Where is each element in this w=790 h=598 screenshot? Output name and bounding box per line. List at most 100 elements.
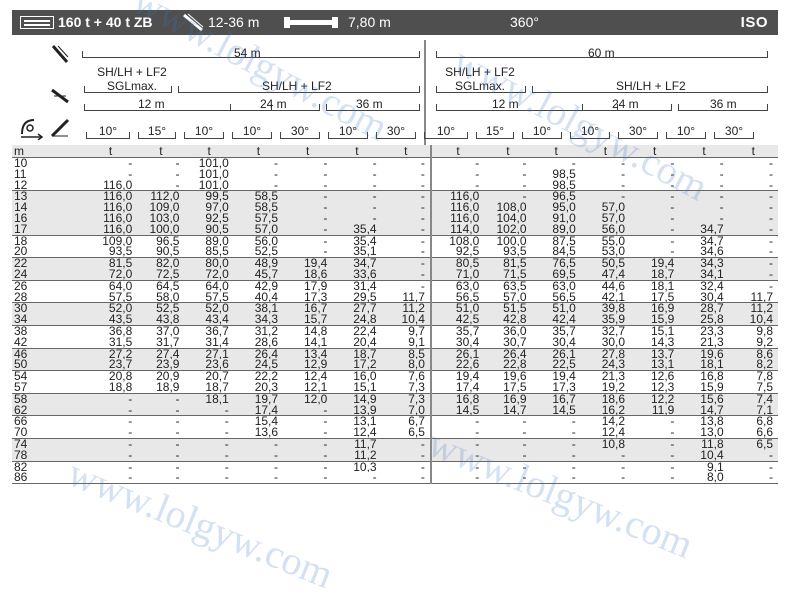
load-cell: 34,3 [233, 314, 284, 326]
load-cell: - [233, 449, 284, 462]
table-row: 10- -101,0- - - - - - - - - - - [12, 156, 778, 169]
load-cell: 20,9 [137, 370, 185, 382]
load-cell: 7,6 [381, 370, 431, 382]
load-cell: 35,4 [332, 234, 382, 247]
load-cell: - [580, 190, 631, 203]
load-cell: - [137, 460, 185, 473]
load-cell: - [283, 212, 333, 224]
load-cell: 18,7 [205, 381, 229, 394]
load-cell: - [679, 212, 729, 224]
radius-cell: 74 [12, 437, 84, 450]
load-cell: - [283, 449, 333, 462]
load-unit: t [679, 145, 729, 158]
load-unit: t [381, 145, 431, 158]
load-cell: - [728, 156, 778, 169]
load-cell: 7,3 [381, 392, 431, 405]
load-cell: - [580, 156, 631, 169]
load-cell: 85,5 [205, 246, 229, 258]
load-cell: 27,4 [137, 347, 185, 360]
table-row: 86- - - - - - - - - - - -8,0- [12, 472, 778, 485]
load-cell: 15,9 [700, 381, 724, 394]
load-cell: 12,2 [630, 392, 680, 405]
load-cell: 34,3 [679, 257, 729, 269]
radius-cell: 57 [14, 381, 28, 394]
load-cell: - [175, 179, 180, 191]
load-cell: - [381, 437, 431, 450]
load-cell: 42,9 [233, 279, 284, 292]
load-cell: 89,0 [531, 223, 581, 236]
load-cell: 10,4 [381, 314, 431, 326]
load-cell: 12,6 [630, 370, 680, 382]
load-cell: 26,4 [233, 347, 284, 360]
load-cell: 100,0 [484, 234, 532, 247]
load-cell: - [571, 427, 576, 439]
load-cell: 17,2 [332, 359, 382, 371]
load-unit: t [630, 145, 680, 158]
table-row: 42 31,5 31,7 31,4 28,6 14,1 20,4 9,1 30,4 30,7 30,… [12, 336, 778, 349]
load-cell: 17,5 [503, 381, 527, 394]
load-cell: - [420, 179, 425, 191]
load-cell: 101,0 [184, 156, 234, 169]
load-cell: - [630, 234, 680, 247]
load-cell: 18,9 [156, 381, 180, 394]
load-cell: 6,5 [728, 437, 778, 450]
load-cell: - [381, 279, 431, 292]
load-cell: - [323, 168, 328, 180]
load-cell: - [137, 392, 185, 405]
load-cell: 31,5 [108, 336, 133, 349]
table-row: 20 93,5 90,5 85,5 52,5-35,1-92,5 93,5 84,5 53,0… [12, 246, 778, 258]
load-cell: 47,4 [580, 268, 631, 281]
load-cell: 35,7 [531, 324, 581, 337]
load-cell: - [630, 449, 680, 462]
load-cell: 19,4 [283, 257, 333, 269]
load-cell: 52,5 [137, 302, 185, 315]
load-cell: - [283, 460, 333, 473]
load-cell: - [175, 427, 180, 439]
radius-cell: 34 [12, 314, 84, 326]
load-cell: 64,5 [137, 279, 185, 292]
load-cell: - [429, 179, 485, 191]
load-cell: 18,1 [630, 279, 680, 292]
radius-cell: 14 [12, 202, 84, 213]
load-cell: - [283, 415, 333, 428]
load-cell: 63,0 [429, 279, 485, 292]
load-cell: 116,0 [429, 202, 485, 213]
load-cell: 7,3 [408, 381, 425, 394]
angle-bracket [618, 132, 658, 139]
load-cell: 98,5 [552, 168, 576, 180]
radius-cell: 82 [12, 460, 84, 473]
jib-config-bracket [532, 86, 768, 93]
load-cell: - [728, 234, 778, 247]
load-cell: 22,6 [429, 359, 485, 371]
load-cell: 71,5 [484, 268, 532, 281]
load-cell: - [332, 156, 382, 169]
load-unit: t [233, 145, 284, 158]
load-cell: - [283, 234, 333, 247]
load-cell: 11,7 [332, 437, 382, 450]
sgl-max-label: SGLmax. [106, 79, 157, 93]
load-cell: 56,5 [429, 291, 485, 303]
load-cell: - [621, 168, 626, 180]
load-cell: 39,8 [580, 302, 631, 315]
load-cell: 31,2 [233, 324, 284, 337]
load-cell: - [429, 427, 485, 439]
load-cell: - [184, 415, 234, 428]
load-cell: - [531, 472, 581, 485]
load-cell: 17,4 [233, 404, 284, 416]
load-cell: 100,0 [137, 223, 185, 236]
load-cell: 26,1 [429, 347, 485, 360]
load-cell: 108,0 [484, 202, 532, 213]
load-cell: 19,4 [630, 257, 680, 269]
angle-label: 30° [628, 124, 648, 138]
load-cell: 36,0 [484, 324, 532, 337]
load-cell: - [184, 460, 234, 473]
load-cell: 81,5 [83, 257, 138, 269]
load-chart-table: m t t t t t t t t t t t t t t 10- -101,0- - - - - - - - - - -11- -1… [12, 145, 778, 485]
load-cell: 34,7 [332, 257, 382, 269]
load-cell: 18,8 [108, 381, 133, 394]
load-cell: - [128, 427, 133, 439]
load-cell: 6,5 [408, 427, 425, 439]
load-cell: 112,0 [137, 190, 185, 203]
load-cell: - [719, 168, 724, 180]
load-cell: 18,1 [184, 392, 234, 405]
